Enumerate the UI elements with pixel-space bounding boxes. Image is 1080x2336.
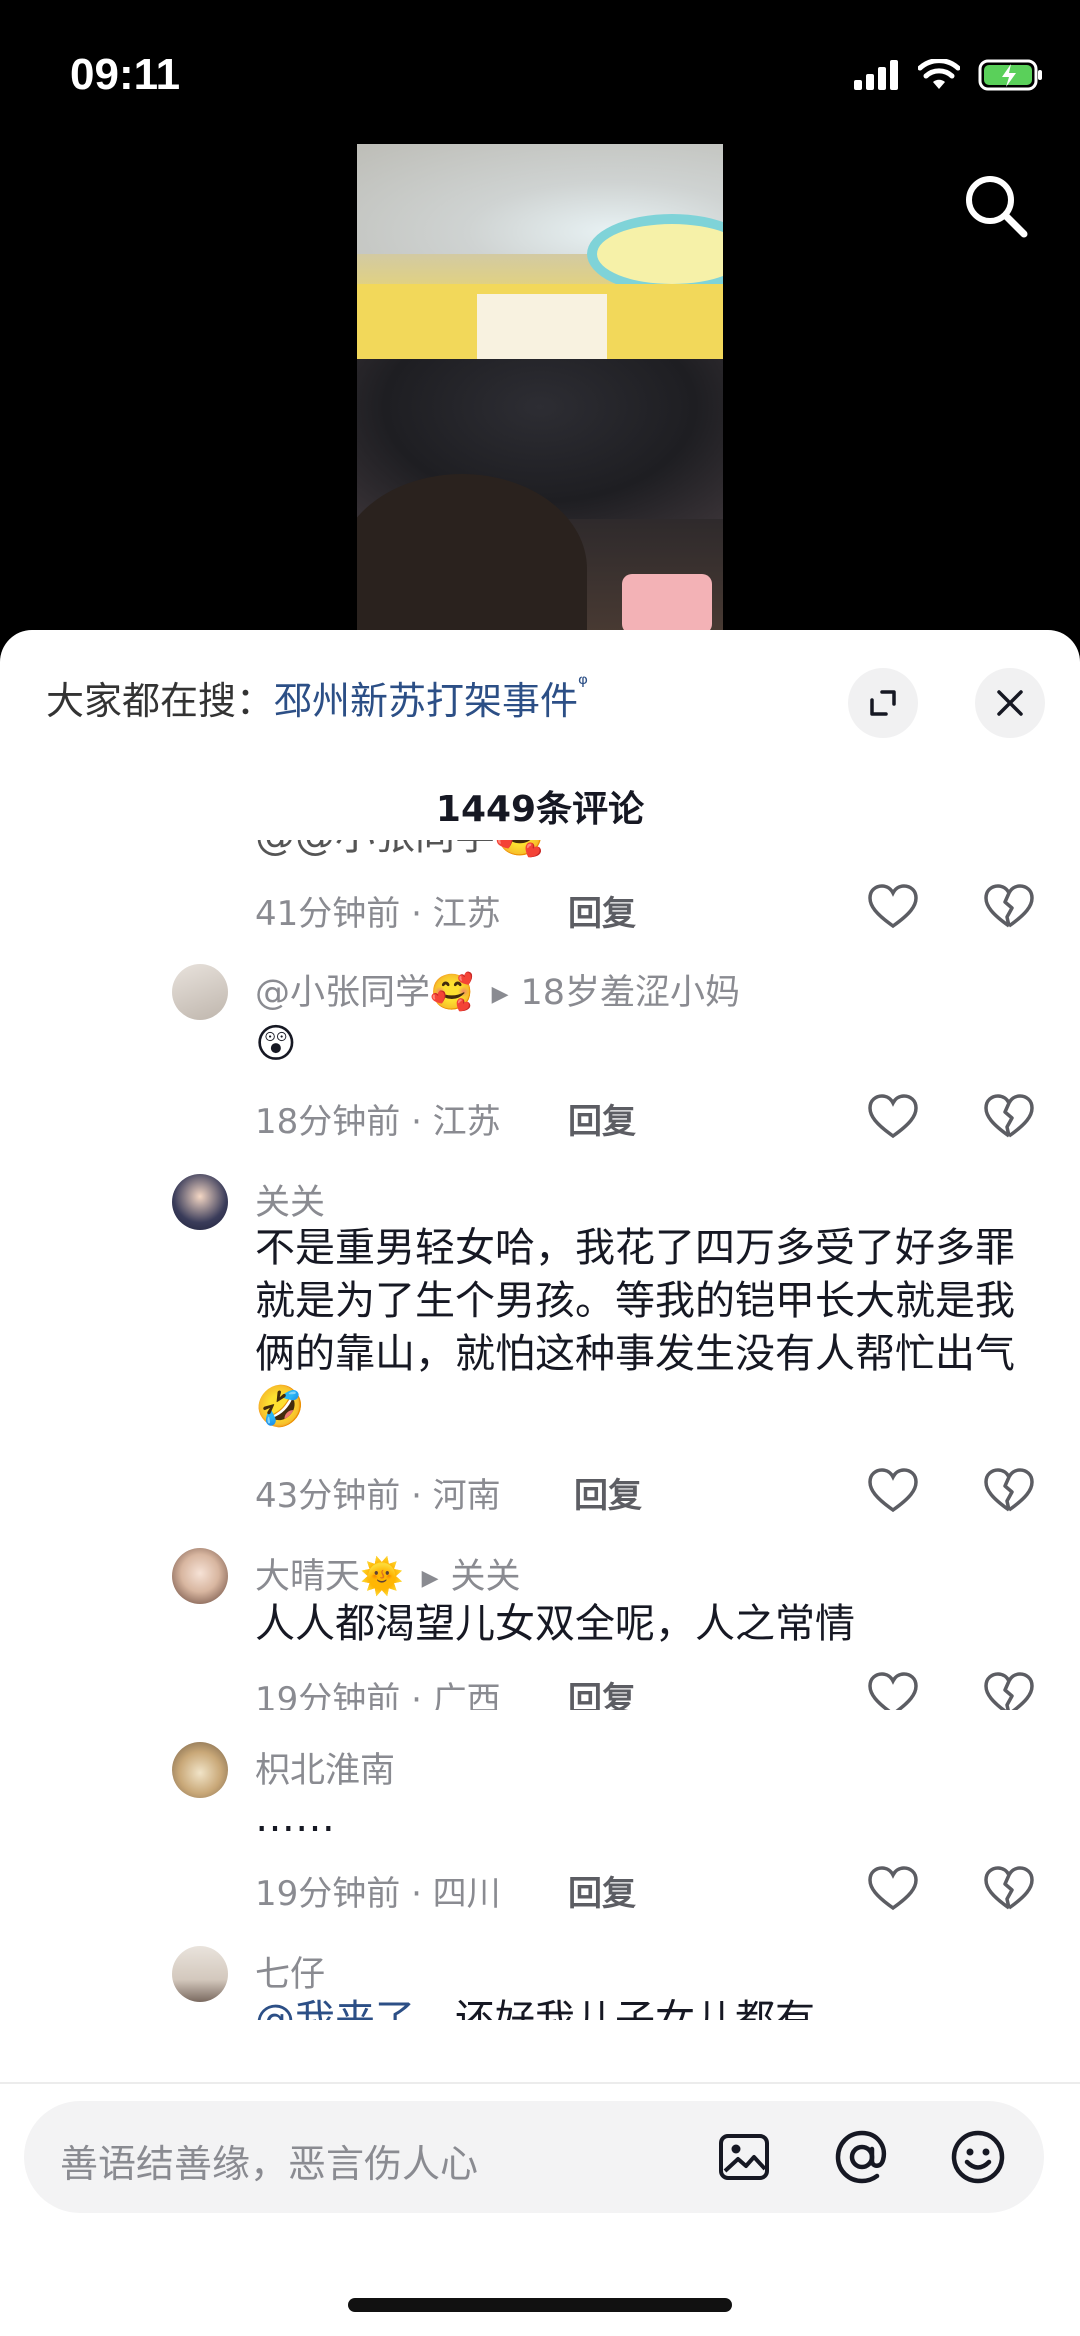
comment-text: …… <box>255 1795 335 1841</box>
divider <box>0 2082 1080 2084</box>
broken-heart-icon[interactable] <box>982 1464 1036 1518</box>
input-placeholder: 善语结善缘，恶言伤人心 <box>60 2142 479 2186</box>
reply-button[interactable]: 回复 <box>568 1094 636 1143</box>
comment-time: 19分钟前 · 四川 <box>255 1874 501 1914</box>
avatar[interactable] <box>172 1548 228 1604</box>
close-button[interactable] <box>975 668 1045 738</box>
image-icon <box>719 2134 769 2180</box>
comment-time: 19分钟前 · 广西 <box>255 1680 501 1710</box>
comment-time: 18分钟前 · 江苏 <box>255 1102 501 1142</box>
video-player[interactable] <box>0 0 1080 640</box>
reply-button[interactable]: 回复 <box>568 886 636 935</box>
trending-search[interactable]: 大家都在搜：邳州新苏打架事件ᵠ <box>46 670 588 725</box>
mention-button[interactable] <box>830 2125 894 2189</box>
broken-heart-icon[interactable] <box>982 1862 1036 1916</box>
reply-button[interactable]: 回复 <box>568 1866 636 1915</box>
home-indicator[interactable] <box>348 2298 732 2312</box>
mention-link[interactable]: @我来了。 <box>255 1997 455 2020</box>
reply-button[interactable]: 回复 <box>568 1672 636 1710</box>
comment-time: 43分钟前 · 河南 <box>255 1476 501 1516</box>
author-name: @小张同学🥰 <box>255 973 474 1013</box>
small-search-icon: ᵠ <box>578 670 589 698</box>
heart-icon[interactable] <box>866 1090 920 1144</box>
emoji-button[interactable] <box>946 2125 1010 2189</box>
reply-arrow-icon: ▶ <box>491 981 509 1007</box>
avatar[interactable] <box>172 964 228 1020</box>
emoji-icon <box>951 2130 1005 2184</box>
comment-text-cut: @@小张同学🥰 <box>255 840 1015 863</box>
expand-icon <box>870 690 896 716</box>
comment-input[interactable]: 善语结善缘，恶言伤人心 <box>24 2101 1044 2213</box>
video-thumbnail[interactable] <box>357 144 723 640</box>
heart-icon[interactable] <box>866 1464 920 1518</box>
comment-author[interactable]: 大晴天🌞 ▶ 关关 <box>255 1548 521 1599</box>
comment-author[interactable]: @小张同学🥰 ▶ 18岁羞涩小妈 <box>255 964 740 1015</box>
reply-to-name: 关关 <box>450 1557 521 1597</box>
comment-text: 😲 <box>255 1021 297 1067</box>
comment-time: 41分钟前 · 江苏 <box>255 894 501 934</box>
close-icon <box>997 690 1023 716</box>
comment-list-lower[interactable]: 枳北淮南 …… 19分钟前 · 四川 回复 七仔 @我来了。还好我儿子女儿都有 <box>0 1710 1080 2020</box>
trending-prefix: 大家都在搜： <box>46 679 275 723</box>
expand-button[interactable] <box>848 668 918 738</box>
comment-sheet: 大家都在搜：邳州新苏打架事件ᵠ 1449条评论 @@小张同学🥰 41分钟前 · … <box>0 630 1080 2336</box>
comment-text-body: 还好我儿子女儿都有 <box>455 1997 815 2020</box>
at-icon <box>835 2130 887 2184</box>
avatar[interactable] <box>172 1946 228 2002</box>
broken-heart-icon[interactable] <box>982 1668 1036 1710</box>
comment-author[interactable]: 枳北淮南 <box>255 1742 395 1793</box>
avatar[interactable] <box>172 1174 228 1230</box>
broken-heart-icon[interactable] <box>982 1090 1036 1144</box>
reply-arrow-icon: ▶ <box>421 1565 439 1591</box>
heart-icon[interactable] <box>866 1862 920 1916</box>
search-icon[interactable] <box>960 170 1030 240</box>
reply-button[interactable]: 回复 <box>574 1468 642 1517</box>
comment-list[interactable]: @@小张同学🥰 41分钟前 · 江苏 回复 @小张同学🥰 ▶ 18岁羞涩小妈 😲 1… <box>0 840 1080 1710</box>
broken-heart-icon[interactable] <box>982 880 1036 934</box>
reply-to-name: 18岁羞涩小妈 <box>520 973 741 1013</box>
heart-icon[interactable] <box>866 880 920 934</box>
comment-author[interactable]: 七仔 <box>255 1946 325 1997</box>
author-name: 大晴天🌞 <box>255 1557 404 1597</box>
comment-author[interactable]: 关关 <box>255 1174 325 1225</box>
comment-text: 人人都渴望儿女双全呢，人之常情 <box>255 1601 855 1647</box>
comment-text: @我来了。还好我儿子女儿都有 <box>255 1994 1015 2020</box>
avatar[interactable] <box>172 1742 228 1798</box>
image-button[interactable] <box>712 2125 776 2189</box>
comment-text: 不是重男轻女哈，我花了四万多受了好多罪就是为了生个男孩。等我的铠甲长大就是我俩的… <box>255 1225 1015 1430</box>
comment-count: 1449条评论 <box>435 789 645 830</box>
heart-icon[interactable] <box>866 1668 920 1710</box>
trending-keyword[interactable]: 邳州新苏打架事件 <box>274 679 578 723</box>
